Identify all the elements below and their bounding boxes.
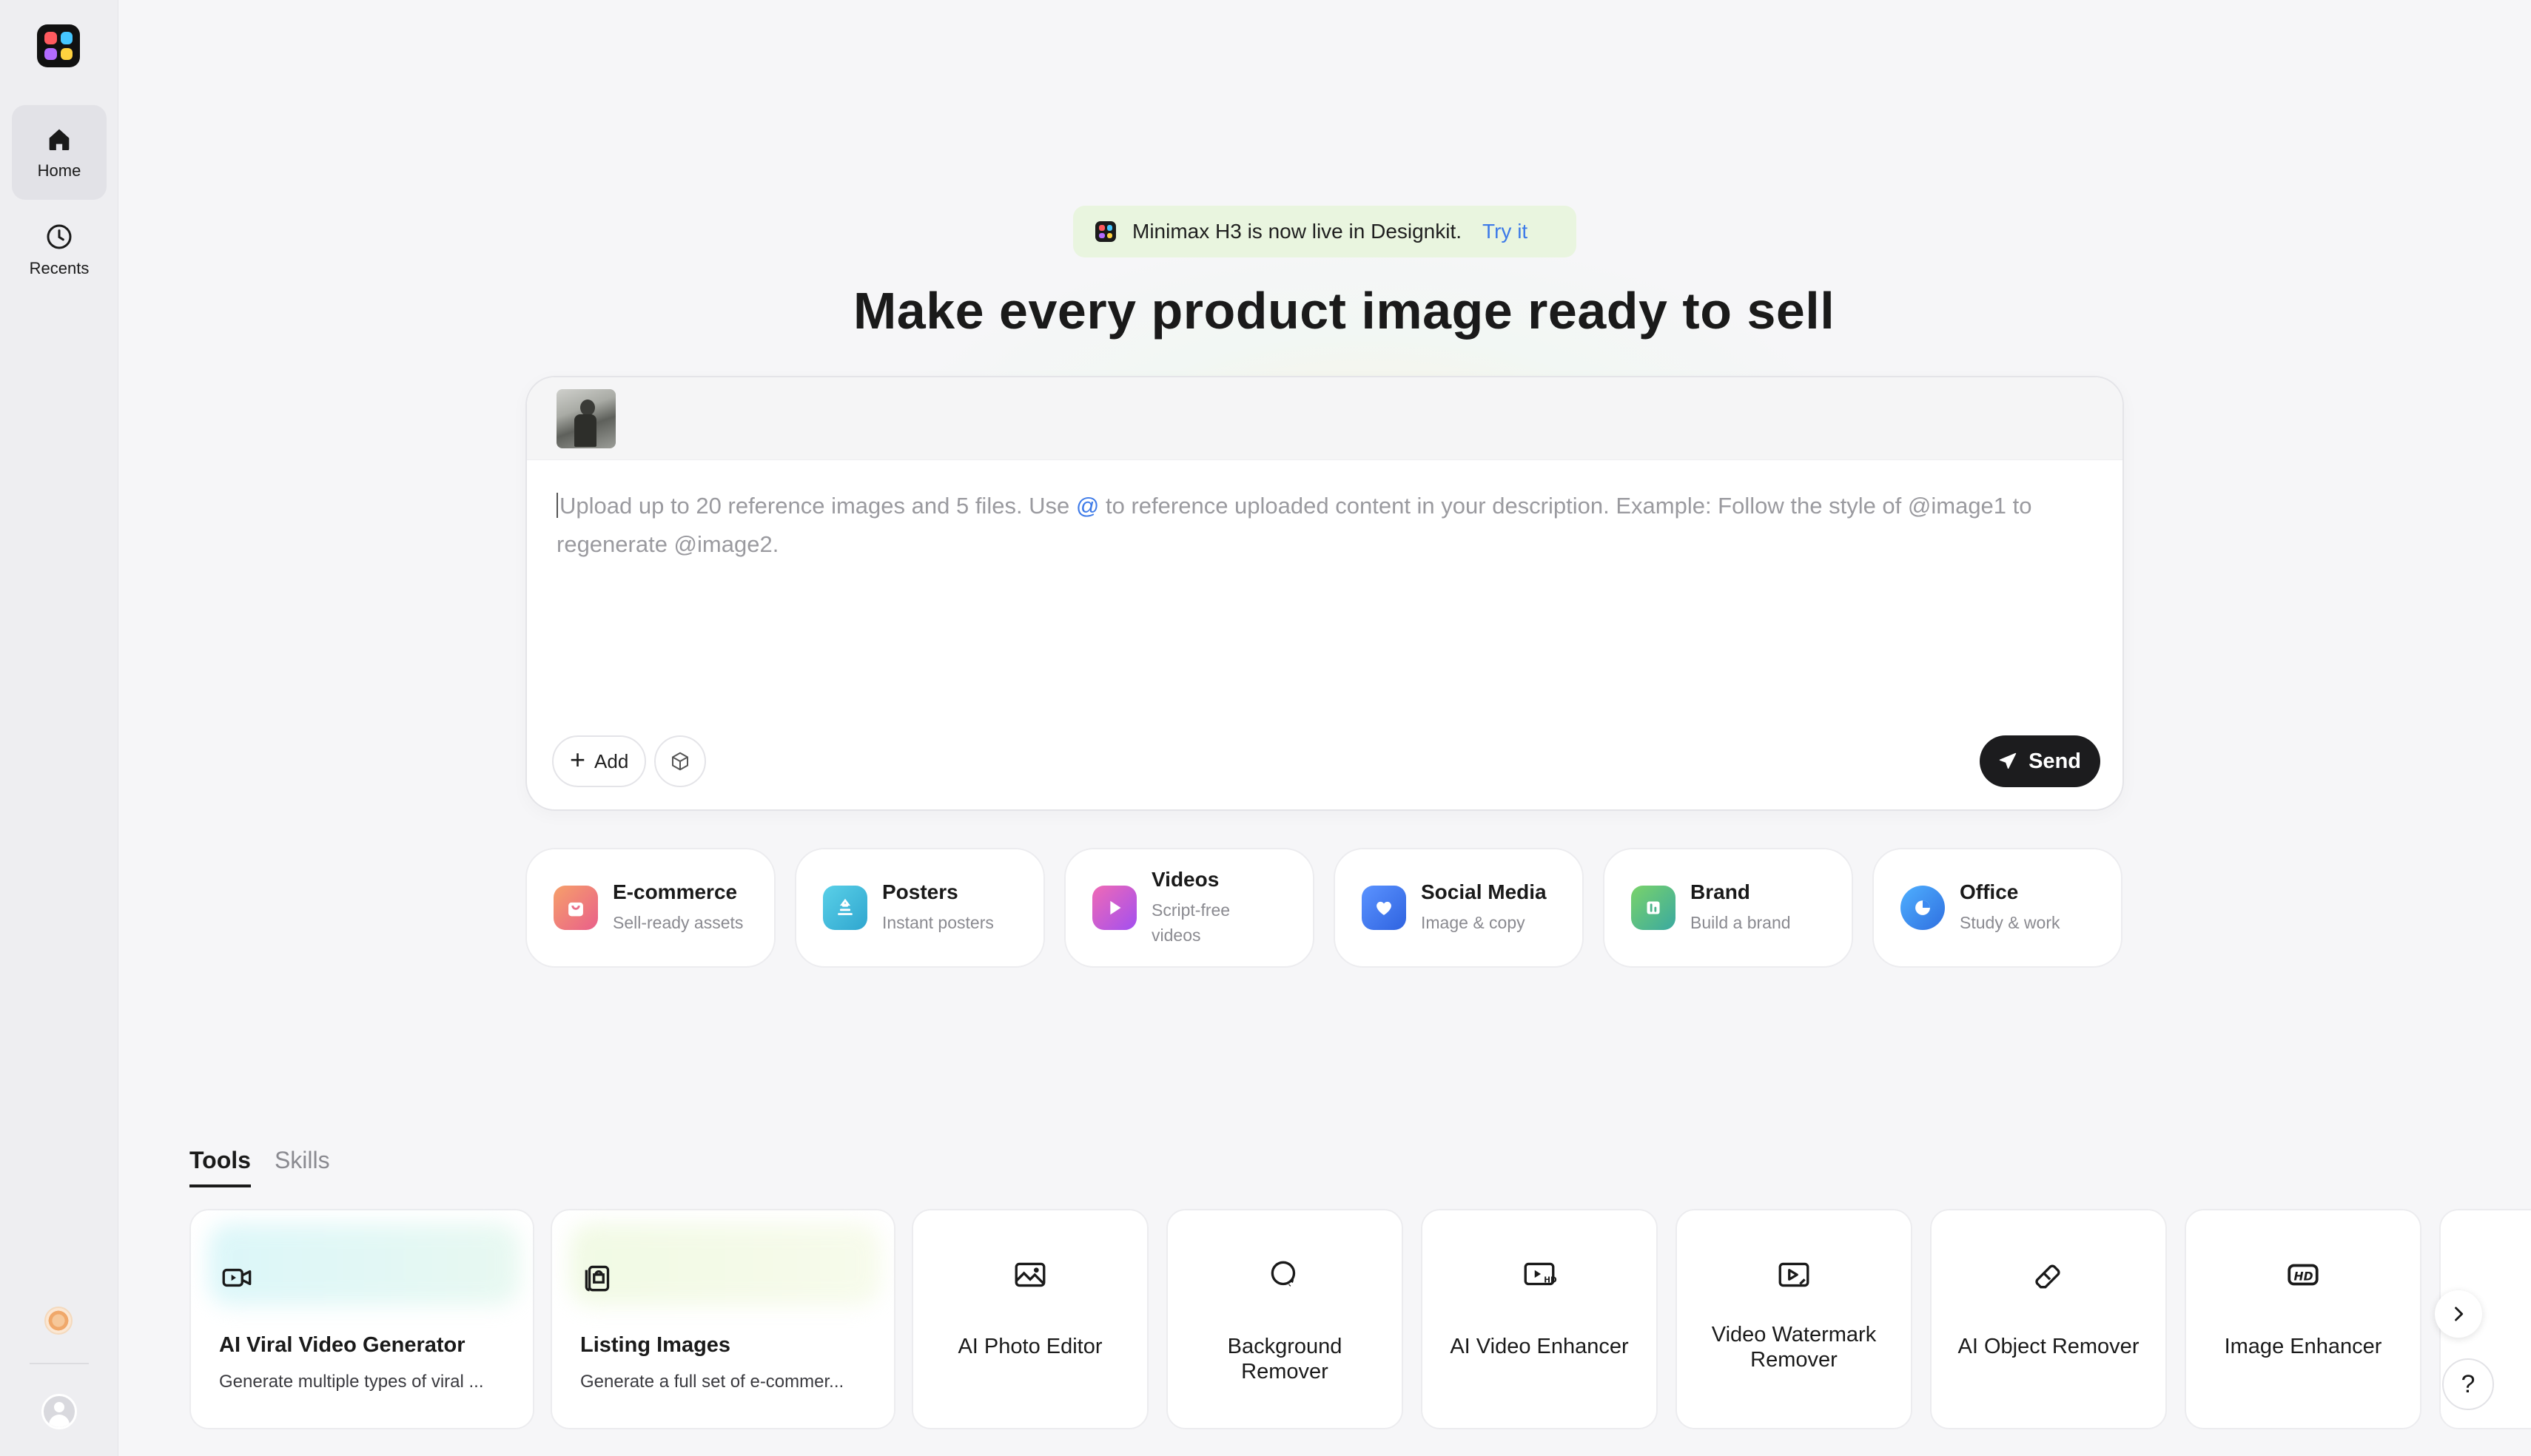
plus-icon: +	[570, 744, 586, 775]
help-icon: ?	[2461, 1369, 2475, 1398]
avatar[interactable]	[41, 1394, 77, 1429]
tool-title: Image Enhancer	[2224, 1335, 2382, 1358]
category-ecommerce[interactable]: E-commerce Sell-ready assets	[525, 848, 776, 968]
eraser-icon	[2030, 1256, 2067, 1297]
tool-card-image-enhancer[interactable]: HD Image Enhancer	[2185, 1209, 2421, 1429]
tools-skills-tabs: Tools Skills	[189, 1147, 330, 1187]
tool-card-ai-photo-editor[interactable]: AI Photo Editor	[912, 1209, 1149, 1429]
prompt-input[interactable]: Upload up to 20 reference images and 5 f…	[557, 487, 2096, 564]
pie-chart-icon	[1900, 886, 1945, 930]
sidebar-item-home[interactable]: Home	[12, 105, 107, 200]
svg-text:HD: HD	[1544, 1275, 1557, 1284]
tool-title: AI Object Remover	[1957, 1335, 2140, 1358]
video-watermark-icon	[1775, 1256, 1812, 1297]
sidebar: Home Recents	[0, 0, 118, 1456]
sidebar-divider	[30, 1363, 89, 1364]
category-social-media[interactable]: Social Media Image & copy	[1334, 848, 1584, 968]
tab-skills[interactable]: Skills	[275, 1147, 330, 1187]
video-hd-icon: HD	[1521, 1256, 1558, 1297]
send-button[interactable]: Send	[1980, 735, 2100, 787]
poster-icon	[823, 886, 867, 930]
announcement-text: Minimax H3 is now live in Designkit.	[1132, 220, 1462, 243]
svg-text:HD: HD	[2294, 1270, 2313, 1283]
background-remove-icon	[1266, 1256, 1303, 1297]
tool-subtitle: Generate a full set of e-commer...	[580, 1372, 844, 1392]
add-button-label: Add	[594, 749, 629, 772]
category-title: Videos	[1152, 868, 1220, 891]
clock-icon	[47, 224, 72, 249]
credits-icon[interactable]	[44, 1307, 73, 1335]
tool-title: Background Remover	[1227, 1335, 1342, 1383]
category-subtitle: Image & copy	[1421, 913, 1525, 932]
category-posters[interactable]: Posters Instant posters	[795, 848, 1045, 968]
tool-subtitle: Generate multiple types of viral ...	[219, 1372, 484, 1392]
tool-card-listing-images[interactable]: Listing Images Generate a full set of e-…	[551, 1209, 895, 1429]
category-title: Posters	[882, 880, 958, 903]
uploaded-image-thumbnail[interactable]	[557, 389, 616, 448]
send-button-label: Send	[2029, 749, 2081, 773]
model-select-button[interactable]	[654, 735, 706, 787]
heart-chat-icon	[1362, 886, 1406, 930]
listing-images-icon	[580, 1259, 617, 1300]
category-subtitle: Build a brand	[1690, 913, 1791, 932]
tool-title: AI Viral Video Generator	[219, 1333, 465, 1357]
hd-badge-icon: HD	[2285, 1256, 2322, 1297]
tool-title: AI Video Enhancer	[1450, 1335, 1629, 1358]
category-title: Brand	[1690, 880, 1750, 903]
scroll-next-button[interactable]	[2435, 1290, 2482, 1338]
play-icon	[1092, 886, 1137, 930]
tool-title: Video Watermark Remover	[1711, 1323, 1877, 1372]
category-title: Social Media	[1421, 880, 1547, 903]
attachment-strip	[527, 377, 2122, 460]
brand-icon	[1631, 886, 1675, 930]
add-button[interactable]: + Add	[552, 735, 647, 787]
at-mention-hint: @	[1075, 493, 1100, 519]
category-title: E-commerce	[613, 880, 738, 903]
sidebar-item-label: Recents	[29, 259, 90, 277]
sidebar-item-label: Home	[37, 161, 81, 180]
app-root: Home Recents Minimax H3 is now live in D…	[0, 0, 2531, 1456]
tool-card-background-remover[interactable]: Background Remover	[1166, 1209, 1403, 1429]
category-row: E-commerce Sell-ready assets Posters Insta…	[525, 848, 2124, 968]
tool-card-ai-object-remover[interactable]: AI Object Remover	[1930, 1209, 2167, 1429]
category-brand[interactable]: Brand Build a brand	[1603, 848, 1853, 968]
try-it-link[interactable]: Try it	[1482, 220, 1527, 243]
tool-title: Listing Images	[580, 1333, 731, 1357]
category-subtitle: Study & work	[1960, 913, 2060, 932]
shopping-bag-icon	[554, 886, 598, 930]
designkit-logo-icon	[1095, 221, 1116, 242]
category-subtitle: Sell-ready assets	[613, 913, 744, 932]
category-office[interactable]: Office Study & work	[1872, 848, 2122, 968]
photo-edit-icon	[1012, 1256, 1049, 1297]
tool-title: AI Photo Editor	[958, 1335, 1103, 1358]
category-videos[interactable]: Videos Script-free videos	[1064, 848, 1314, 968]
announcement-banner[interactable]: Minimax H3 is now live in Designkit. Try…	[1073, 206, 1576, 257]
page-title: Make every product image ready to sell	[853, 282, 1835, 340]
help-button[interactable]: ?	[2442, 1358, 2494, 1410]
prompt-composer: Upload up to 20 reference images and 5 f…	[525, 376, 2124, 811]
video-camera-icon	[219, 1259, 256, 1300]
cube-icon	[672, 752, 688, 771]
category-subtitle: Instant posters	[882, 913, 994, 932]
home-icon	[49, 129, 70, 150]
category-title: Office	[1960, 880, 2019, 903]
category-subtitle: Script-free videos	[1152, 900, 1231, 945]
tab-tools[interactable]: Tools	[189, 1147, 251, 1187]
tool-card-ai-video-enhancer[interactable]: HD AI Video Enhancer	[1421, 1209, 1658, 1429]
tool-card-video-watermark-remover[interactable]: Video Watermark Remover	[1675, 1209, 1912, 1429]
chevron-right-icon	[2455, 1307, 2464, 1321]
tool-cards-row: AI Viral Video Generator Generate multip…	[189, 1209, 2531, 1431]
app-logo[interactable]	[37, 24, 80, 67]
send-icon	[1999, 752, 2017, 769]
tool-card-ai-viral-video-generator[interactable]: AI Viral Video Generator Generate multip…	[189, 1209, 534, 1429]
